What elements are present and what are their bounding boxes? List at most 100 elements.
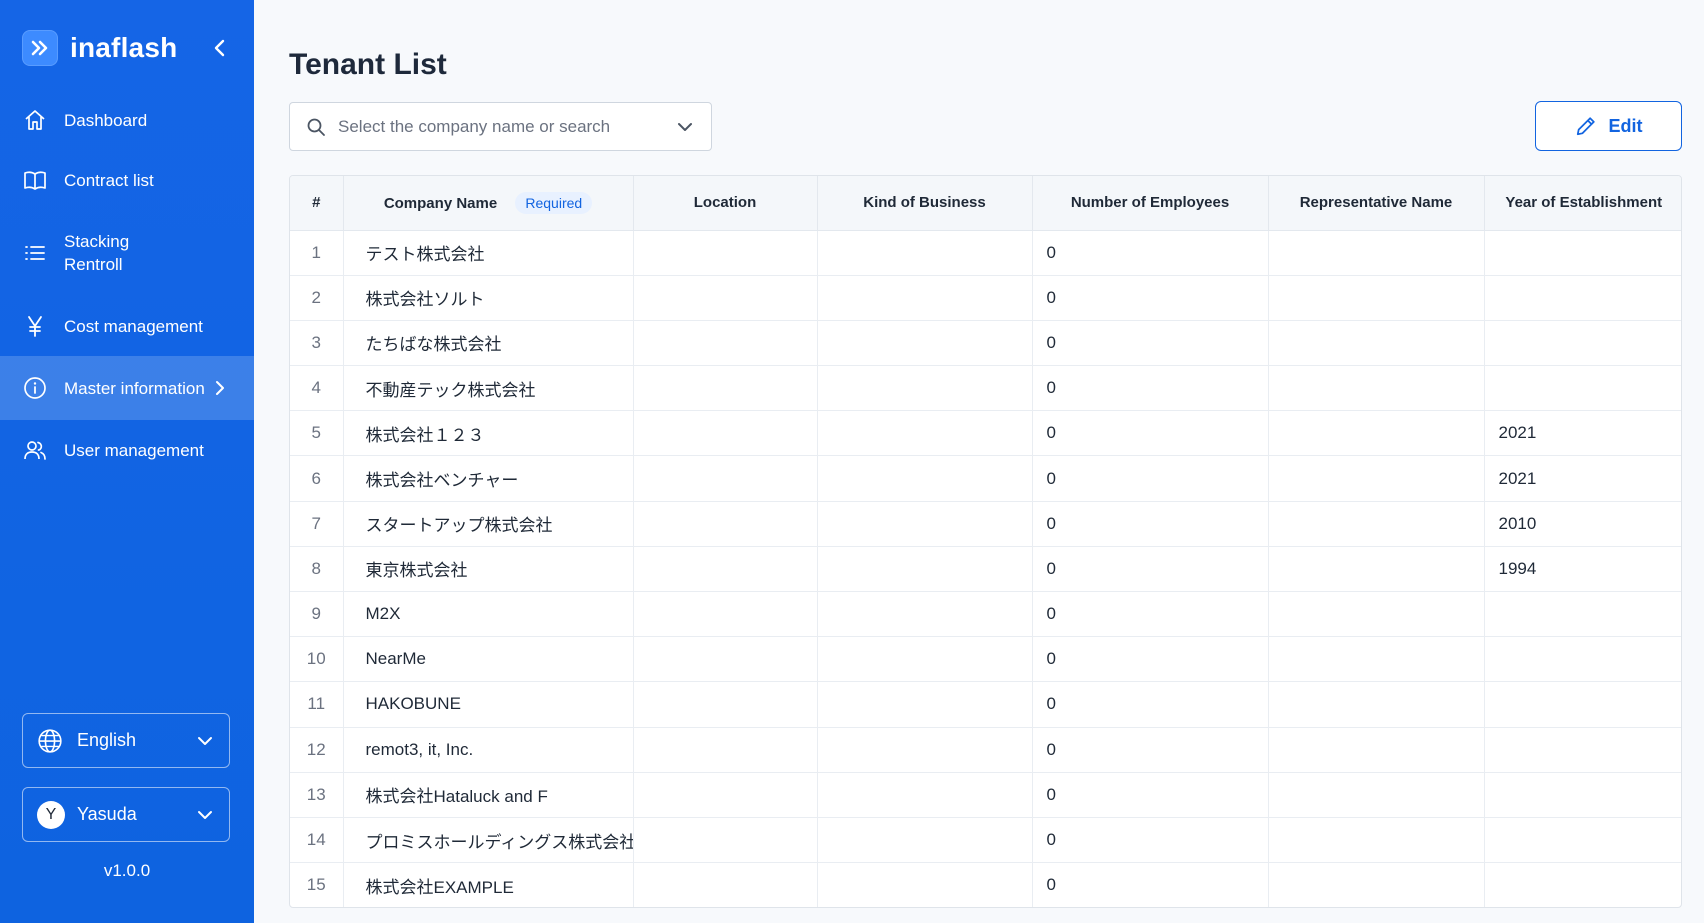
number-of-employees-cell[interactable]: 0 [1032, 862, 1269, 907]
column-header-kind-of-business[interactable]: Kind of Business [817, 176, 1033, 231]
company-name-cell[interactable]: 不動産テック株式会社 [343, 365, 634, 412]
year-of-establishment-cell[interactable]: 1994 [1484, 546, 1681, 593]
location-cell[interactable] [633, 772, 818, 818]
table-row[interactable]: 1 テスト株式会社 0 [290, 230, 1681, 276]
sidebar-item-dashboard[interactable]: Dashboard [0, 90, 254, 150]
location-cell[interactable] [633, 591, 818, 638]
location-cell[interactable] [633, 501, 818, 547]
location-cell[interactable] [633, 230, 818, 276]
location-cell[interactable] [633, 365, 818, 412]
collapse-sidebar-button[interactable] [208, 36, 232, 60]
table-row[interactable]: 12 remot3, it, Inc. 0 [290, 727, 1681, 773]
year-of-establishment-cell[interactable] [1484, 230, 1681, 276]
column-header-location[interactable]: Location [633, 176, 818, 231]
number-of-employees-cell[interactable]: 0 [1032, 591, 1269, 638]
location-cell[interactable] [633, 320, 818, 367]
table-row[interactable]: 10 NearMe 0 [290, 636, 1681, 683]
number-of-employees-cell[interactable]: 0 [1032, 455, 1269, 502]
location-cell[interactable] [633, 862, 818, 907]
company-name-cell[interactable]: HAKOBUNE [343, 681, 634, 728]
brand[interactable]: inaflash [22, 28, 177, 68]
column-header-year-of-establishment[interactable]: Year of Establishment [1484, 176, 1681, 231]
sidebar-item-stacking-rentroll[interactable]: Stacking Rentroll [0, 210, 254, 296]
number-of-employees-cell[interactable]: 0 [1032, 727, 1269, 773]
year-of-establishment-cell[interactable] [1484, 817, 1681, 864]
representative-name-cell[interactable] [1268, 817, 1485, 864]
representative-name-cell[interactable] [1268, 681, 1485, 728]
number-of-employees-cell[interactable]: 0 [1032, 410, 1269, 457]
representative-name-cell[interactable] [1268, 862, 1485, 907]
company-name-cell[interactable]: 株式会社ベンチャー [343, 455, 634, 502]
number-of-employees-cell[interactable]: 0 [1032, 817, 1269, 864]
location-cell[interactable] [633, 817, 818, 864]
table-row[interactable]: 5 株式会社１２３ 0 2021 [290, 410, 1681, 457]
column-header-representative-name[interactable]: Representative Name [1268, 176, 1485, 231]
company-name-cell[interactable]: プロミスホールディングス株式会社 [343, 817, 634, 864]
kind-of-business-cell[interactable] [817, 817, 1033, 864]
number-of-employees-cell[interactable]: 0 [1032, 275, 1269, 321]
table-row[interactable]: 11 HAKOBUNE 0 [290, 681, 1681, 728]
edit-button[interactable]: Edit [1535, 101, 1682, 151]
location-cell[interactable] [633, 410, 818, 457]
kind-of-business-cell[interactable] [817, 365, 1033, 412]
number-of-employees-cell[interactable]: 0 [1032, 501, 1269, 547]
location-cell[interactable] [633, 546, 818, 593]
year-of-establishment-cell[interactable]: 2010 [1484, 501, 1681, 547]
user-menu-select[interactable]: Y Yasuda [22, 787, 230, 842]
table-row[interactable]: 9 M2X 0 [290, 591, 1681, 638]
number-of-employees-cell[interactable]: 0 [1032, 365, 1269, 412]
company-search-select[interactable]: Select the company name or search [289, 102, 712, 151]
year-of-establishment-cell[interactable] [1484, 320, 1681, 367]
kind-of-business-cell[interactable] [817, 410, 1033, 457]
representative-name-cell[interactable] [1268, 546, 1485, 593]
column-header-company-name[interactable]: Company Name Required [343, 176, 634, 231]
year-of-establishment-cell[interactable]: 2021 [1484, 455, 1681, 502]
company-name-cell[interactable]: NearMe [343, 636, 634, 683]
kind-of-business-cell[interactable] [817, 230, 1033, 276]
year-of-establishment-cell[interactable] [1484, 636, 1681, 683]
year-of-establishment-cell[interactable] [1484, 365, 1681, 412]
column-header-number-of-employees[interactable]: Number of Employees [1032, 176, 1269, 231]
kind-of-business-cell[interactable] [817, 591, 1033, 638]
sidebar-item-cost-management[interactable]: Cost management [0, 296, 254, 356]
year-of-establishment-cell[interactable] [1484, 275, 1681, 321]
language-select[interactable]: English [22, 713, 230, 768]
number-of-employees-cell[interactable]: 0 [1032, 546, 1269, 593]
table-row[interactable]: 14 プロミスホールディングス株式会社 0 [290, 817, 1681, 864]
representative-name-cell[interactable] [1268, 727, 1485, 773]
year-of-establishment-cell[interactable]: 2021 [1484, 410, 1681, 457]
table-row[interactable]: 15 株式会社EXAMPLE 0 [290, 862, 1681, 907]
year-of-establishment-cell[interactable] [1484, 772, 1681, 818]
company-name-cell[interactable]: テスト株式会社 [343, 230, 634, 276]
kind-of-business-cell[interactable] [817, 636, 1033, 683]
table-row[interactable]: 4 不動産テック株式会社 0 [290, 365, 1681, 412]
company-name-cell[interactable]: たちばな株式会社 [343, 320, 634, 367]
kind-of-business-cell[interactable] [817, 772, 1033, 818]
table-row[interactable]: 3 たちばな株式会社 0 [290, 320, 1681, 367]
number-of-employees-cell[interactable]: 0 [1032, 320, 1269, 367]
company-name-cell[interactable]: M2X [343, 591, 634, 638]
number-of-employees-cell[interactable]: 0 [1032, 230, 1269, 276]
location-cell[interactable] [633, 681, 818, 728]
company-name-cell[interactable]: remot3, it, Inc. [343, 727, 634, 773]
sidebar-item-contract-list[interactable]: Contract list [0, 150, 254, 210]
sidebar-item-user-management[interactable]: User management [0, 420, 254, 480]
company-name-cell[interactable]: 東京株式会社 [343, 546, 634, 593]
kind-of-business-cell[interactable] [817, 455, 1033, 502]
year-of-establishment-cell[interactable] [1484, 862, 1681, 907]
location-cell[interactable] [633, 727, 818, 773]
year-of-establishment-cell[interactable] [1484, 591, 1681, 638]
year-of-establishment-cell[interactable] [1484, 681, 1681, 728]
table-row[interactable]: 8 東京株式会社 0 1994 [290, 546, 1681, 593]
table-row[interactable]: 2 株式会社ソルト 0 [290, 275, 1681, 321]
table-row[interactable]: 6 株式会社ベンチャー 0 2021 [290, 455, 1681, 502]
sidebar-item-master-information[interactable]: Master information [0, 356, 254, 420]
company-name-cell[interactable]: スタートアップ株式会社 [343, 501, 634, 547]
representative-name-cell[interactable] [1268, 320, 1485, 367]
location-cell[interactable] [633, 275, 818, 321]
year-of-establishment-cell[interactable] [1484, 727, 1681, 773]
kind-of-business-cell[interactable] [817, 501, 1033, 547]
kind-of-business-cell[interactable] [817, 727, 1033, 773]
company-name-cell[interactable]: 株式会社ソルト [343, 275, 634, 321]
representative-name-cell[interactable] [1268, 772, 1485, 818]
